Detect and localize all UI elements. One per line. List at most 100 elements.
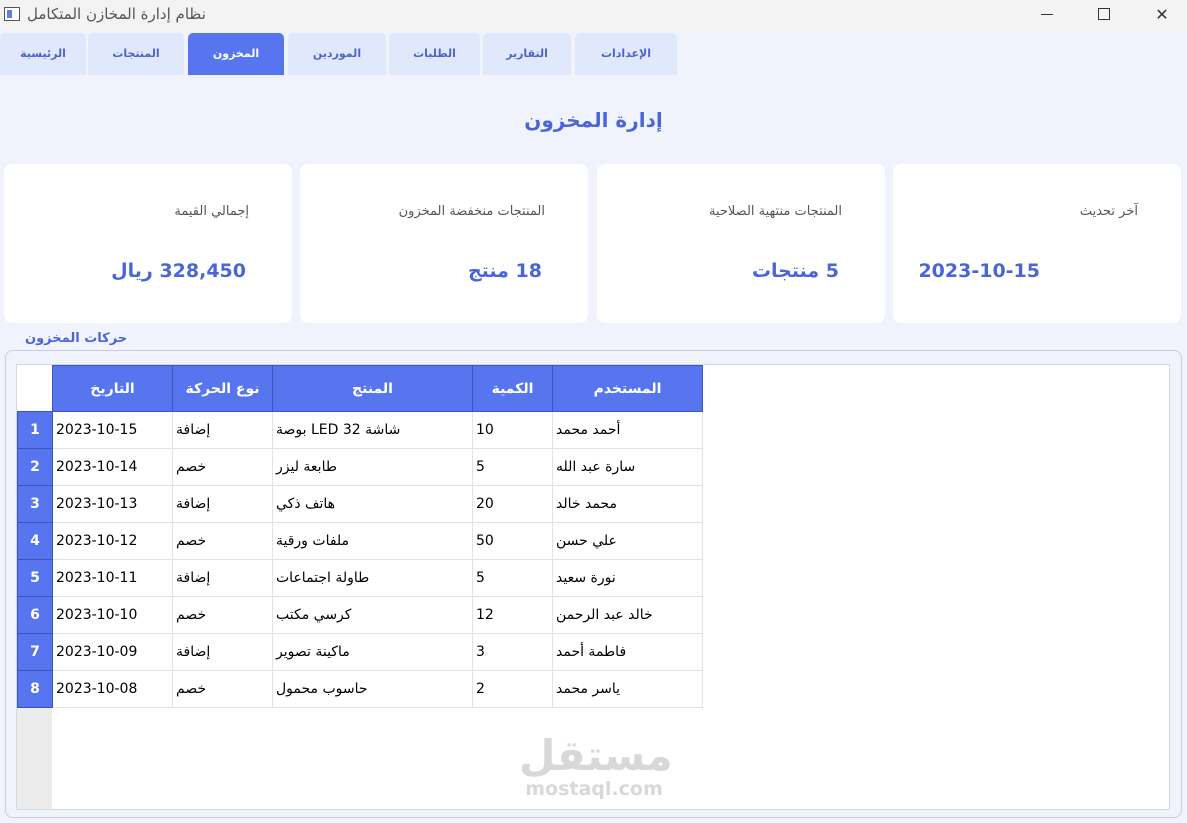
cell-type[interactable]: خصم xyxy=(172,670,273,708)
cell-product[interactable]: ملفات ورقية xyxy=(272,522,473,560)
cell-type[interactable]: خصم xyxy=(172,596,273,634)
product-text: كرسي مكتب xyxy=(276,607,352,623)
cell-date[interactable]: 2023-10-15 xyxy=(52,411,173,449)
column-header-type[interactable]: نوع الحركة xyxy=(172,365,273,412)
product-text: شاشة LED 32 بوصة xyxy=(276,422,401,438)
cell-user[interactable]: علي حسن xyxy=(552,522,703,560)
cell-product[interactable]: ماكينة تصوير xyxy=(272,633,473,671)
tab-inventory[interactable]: المخزون xyxy=(188,33,284,75)
cell-date[interactable]: 2023-10-14 xyxy=(52,448,173,486)
table-row[interactable]: 7 2023-10-09 إضافة ماكينة تصوير 3 فاطمة … xyxy=(17,633,703,671)
table-row[interactable]: 4 2023-10-12 خصم ملفات ورقية 50 علي حسن xyxy=(17,522,703,560)
table-row[interactable]: 8 2023-10-08 خصم حاسوب محمول 2 ياسر محمد xyxy=(17,670,703,708)
cell-type[interactable]: إضافة xyxy=(172,633,273,671)
column-header-product[interactable]: المنتج xyxy=(272,365,473,412)
table-row[interactable]: 2 2023-10-14 خصم طابعة ليزر 5 سارة عبد ا… xyxy=(17,448,703,486)
cell-product[interactable]: شاشة LED 32 بوصة xyxy=(272,411,473,449)
cell-date[interactable]: 2023-10-10 xyxy=(52,596,173,634)
title-bar: نظام إدارة المخازن المتكامل ✕ xyxy=(0,0,1187,30)
cell-user[interactable]: ياسر محمد xyxy=(552,670,703,708)
table-row[interactable]: 1 2023-10-15 إضافة شاشة LED 32 بوصة 10 أ… xyxy=(17,411,703,449)
cell-product[interactable]: طاولة اجتماعات xyxy=(272,559,473,597)
product-text: ماكينة تصوير xyxy=(276,644,350,660)
page-title: إدارة المخزون xyxy=(524,108,663,132)
tab-products[interactable]: المنتجات xyxy=(88,33,184,75)
cell-date[interactable]: 2023-10-13 xyxy=(52,485,173,523)
cell-user[interactable]: أحمد محمد xyxy=(552,411,703,449)
card-expired: المنتجات منتهية الصلاحية 5 منتجات xyxy=(597,164,885,323)
cell-user[interactable]: نورة سعيد xyxy=(552,559,703,597)
page-title-wrapper: إدارة المخزون xyxy=(0,108,1187,132)
card-value: 328,450 ريال xyxy=(111,260,246,282)
card-total-value: إجمالي القيمة 328,450 ريال xyxy=(4,164,292,323)
row-number[interactable]: 1 xyxy=(17,411,53,449)
cell-product[interactable]: كرسي مكتب xyxy=(272,596,473,634)
cell-quantity[interactable]: 10 xyxy=(472,411,553,449)
tab-home[interactable]: الرئيسية xyxy=(0,33,86,75)
cell-user[interactable]: سارة عبد الله xyxy=(552,448,703,486)
watermark-logo: مستقل mostaql.com xyxy=(519,731,673,800)
table-row[interactable]: 3 2023-10-13 إضافة هاتف ذكي 20 محمد خالد xyxy=(17,485,703,523)
movements-grid: التاريخ نوع الحركة المنتج الكمية المستخد… xyxy=(17,365,703,708)
table-row[interactable]: 6 2023-10-10 خصم كرسي مكتب 12 خالد عبد ا… xyxy=(17,596,703,634)
row-number[interactable]: 6 xyxy=(17,596,53,634)
cell-quantity[interactable]: 5 xyxy=(472,448,553,486)
close-icon: ✕ xyxy=(1155,5,1169,24)
app-icon xyxy=(4,7,20,21)
column-header-quantity[interactable]: الكمية xyxy=(472,365,553,412)
card-value: 18 منتج xyxy=(467,260,542,282)
tab-reports[interactable]: التقارير xyxy=(483,33,571,75)
row-number[interactable]: 2 xyxy=(17,448,53,486)
cell-quantity[interactable]: 50 xyxy=(472,522,553,560)
tab-suppliers[interactable]: الموردين xyxy=(288,33,386,75)
cell-user[interactable]: خالد عبد الرحمن xyxy=(552,596,703,634)
cell-type[interactable]: إضافة xyxy=(172,411,273,449)
product-text: طابعة ليزر xyxy=(276,459,337,475)
row-number[interactable]: 7 xyxy=(17,633,53,671)
product-text: ملفات ورقية xyxy=(276,533,350,549)
cell-quantity[interactable]: 3 xyxy=(472,633,553,671)
cell-user[interactable]: محمد خالد xyxy=(552,485,703,523)
cell-date[interactable]: 2023-10-11 xyxy=(52,559,173,597)
cell-quantity[interactable]: 12 xyxy=(472,596,553,634)
cell-date[interactable]: 2023-10-12 xyxy=(52,522,173,560)
cell-type[interactable]: خصم xyxy=(172,448,273,486)
cell-date[interactable]: 2023-10-09 xyxy=(52,633,173,671)
cell-type[interactable]: خصم xyxy=(172,522,273,560)
cell-quantity[interactable]: 5 xyxy=(472,559,553,597)
row-number[interactable]: 3 xyxy=(17,485,53,523)
cell-user[interactable]: فاطمة أحمد xyxy=(552,633,703,671)
product-text: هاتف ذكي xyxy=(276,496,336,512)
tab-settings[interactable]: الإعدادات xyxy=(575,33,677,75)
table-row[interactable]: 5 2023-10-11 إضافة طاولة اجتماعات 5 نورة… xyxy=(17,559,703,597)
column-header-date[interactable]: التاريخ xyxy=(52,365,173,412)
maximize-button[interactable] xyxy=(1081,0,1127,30)
card-low-stock: المنتجات منخفضة المخزون 18 منتج xyxy=(300,164,588,323)
cell-date[interactable]: 2023-10-08 xyxy=(52,670,173,708)
product-text: حاسوب محمول xyxy=(276,681,368,697)
cell-product[interactable]: هاتف ذكي xyxy=(272,485,473,523)
close-button[interactable]: ✕ xyxy=(1139,0,1185,30)
card-last-update: آخر تحديث 2023-10-15 xyxy=(893,164,1181,323)
corner-header[interactable] xyxy=(17,365,53,412)
cell-quantity[interactable]: 2 xyxy=(472,670,553,708)
cell-product[interactable]: حاسوب محمول xyxy=(272,670,473,708)
row-number[interactable]: 8 xyxy=(17,670,53,708)
tab-orders[interactable]: الطلبات xyxy=(389,33,480,75)
maximize-icon xyxy=(1098,8,1110,20)
watermark-arabic: مستقل xyxy=(519,731,673,780)
product-text: طاولة اجتماعات xyxy=(276,570,370,586)
cell-product[interactable]: طابعة ليزر xyxy=(272,448,473,486)
card-label: آخر تحديث xyxy=(1079,204,1138,219)
minimize-button[interactable] xyxy=(1024,0,1070,30)
card-label: المنتجات منخفضة المخزون xyxy=(398,204,545,219)
cell-quantity[interactable]: 20 xyxy=(472,485,553,523)
card-value: 5 منتجات xyxy=(751,260,839,282)
column-header-user[interactable]: المستخدم xyxy=(552,365,703,412)
cell-type[interactable]: إضافة xyxy=(172,559,273,597)
row-number[interactable]: 4 xyxy=(17,522,53,560)
section-title: حركات المخزون xyxy=(25,331,128,346)
row-number[interactable]: 5 xyxy=(17,559,53,597)
cell-type[interactable]: إضافة xyxy=(172,485,273,523)
card-label: المنتجات منتهية الصلاحية xyxy=(708,204,842,219)
